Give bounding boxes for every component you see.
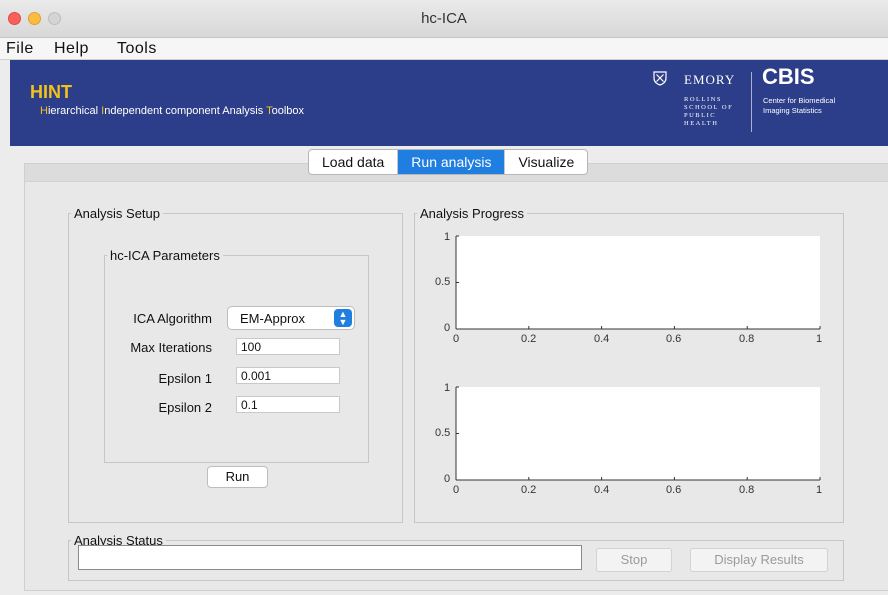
x-tick-label: 0.8 (739, 484, 755, 496)
hcica-parameters-legend: hc-ICA Parameters (110, 248, 220, 263)
ica-algorithm-select[interactable]: EM-Approx ▲ ▼ (227, 306, 355, 330)
app-name: HINT (30, 82, 72, 102)
stop-button[interactable]: Stop (596, 548, 672, 572)
tab-run-analysis[interactable]: Run analysis (398, 150, 506, 174)
x-tick-label: 0 (453, 333, 460, 345)
emory-shield-icon (653, 71, 667, 86)
epsilon1-label: Epsilon 1 (158, 371, 212, 386)
status-text-field (78, 545, 582, 570)
tab-load-data[interactable]: Load data (309, 150, 399, 174)
emory-logo: EMORY ROLLINS SCHOOL OF PUBLIC HEALTH (652, 70, 742, 138)
subtitle-part: ierarchical (47, 105, 102, 117)
y-tick-label: 1 (444, 231, 451, 243)
epsilon2-label: Epsilon 2 (158, 400, 212, 415)
x-tick-label: 0.2 (521, 484, 537, 496)
ica-algorithm-label: ICA Algorithm (133, 311, 212, 326)
analysis-setup-legend: Analysis Setup (74, 206, 160, 221)
y-tick-label: 0 (444, 473, 451, 485)
emory-sub-line: HEALTH (684, 120, 719, 127)
cbis-subtitle: Center for Biomedical Imaging Statistics (763, 96, 835, 116)
x-tick-label: 1 (816, 333, 823, 345)
max-iterations-field[interactable] (236, 338, 340, 355)
emory-wordmark: EMORY (684, 72, 736, 87)
emory-school-text: ROLLINS SCHOOL OF PUBLIC HEALTH (684, 96, 733, 128)
tab-visualize[interactable]: Visualize (505, 150, 587, 174)
plot-axes-top (455, 235, 821, 330)
app-banner: HINT Hierarchical Independent component … (10, 60, 888, 146)
epsilon1-field[interactable] (236, 367, 340, 384)
x-tick-label: 0.4 (594, 333, 610, 345)
y-tick-label: 1 (444, 382, 451, 394)
x-tick-label: 0.8 (739, 333, 755, 345)
subtitle-part: H (40, 105, 48, 117)
x-tick-label: 0.6 (666, 333, 682, 345)
menu-tools[interactable]: Tools (117, 40, 157, 58)
menu-file[interactable]: File (6, 40, 34, 58)
y-tick-label: 0.5 (435, 427, 451, 439)
y-tick-label: 0 (444, 322, 451, 334)
menu-help[interactable]: Help (54, 40, 89, 58)
cbis-sub-line: Imaging Statistics (763, 106, 822, 115)
window-title: hc-ICA (421, 10, 467, 27)
run-button[interactable]: Run (207, 466, 268, 488)
plot-axes-bottom (455, 386, 821, 481)
cbis-sub-line: Center for Biomedical (763, 96, 836, 105)
x-tick-label: 1 (816, 484, 823, 496)
select-stepper-icon: ▲ ▼ (334, 309, 352, 327)
display-results-button[interactable]: Display Results (690, 548, 828, 572)
x-tick-label: 0.6 (666, 484, 682, 496)
subtitle-part: oolbox (271, 105, 304, 117)
title-bar: hc-ICA (0, 0, 888, 38)
emory-sub-line: ROLLINS (684, 96, 722, 103)
x-tick-label: 0.2 (521, 333, 537, 345)
emory-sub-line: PUBLIC (684, 112, 717, 119)
menu-bar: File Help Tools (0, 38, 888, 60)
main-content: Load data Run analysis Visualize Analysi… (10, 146, 888, 595)
tab-bar: Load data Run analysis Visualize (308, 149, 589, 175)
y-tick-label: 0.5 (435, 276, 451, 288)
ica-algorithm-value: EM-Approx (240, 311, 306, 326)
subtitle-part: ndependent component Analysis (104, 105, 267, 117)
emory-sub-line: SCHOOL OF (684, 104, 734, 111)
epsilon2-field[interactable] (236, 396, 340, 413)
analysis-progress-legend: Analysis Progress (420, 206, 525, 221)
logo-divider (751, 72, 752, 132)
cbis-logo: CBIS (762, 64, 815, 89)
app-subtitle: Hierarchical Independent component Analy… (40, 105, 304, 117)
max-iterations-label: Max Iterations (130, 340, 212, 355)
hcica-parameters-group: hc-ICA Parameters (104, 248, 369, 463)
x-tick-label: 0 (453, 484, 460, 496)
x-tick-label: 0.4 (594, 484, 610, 496)
